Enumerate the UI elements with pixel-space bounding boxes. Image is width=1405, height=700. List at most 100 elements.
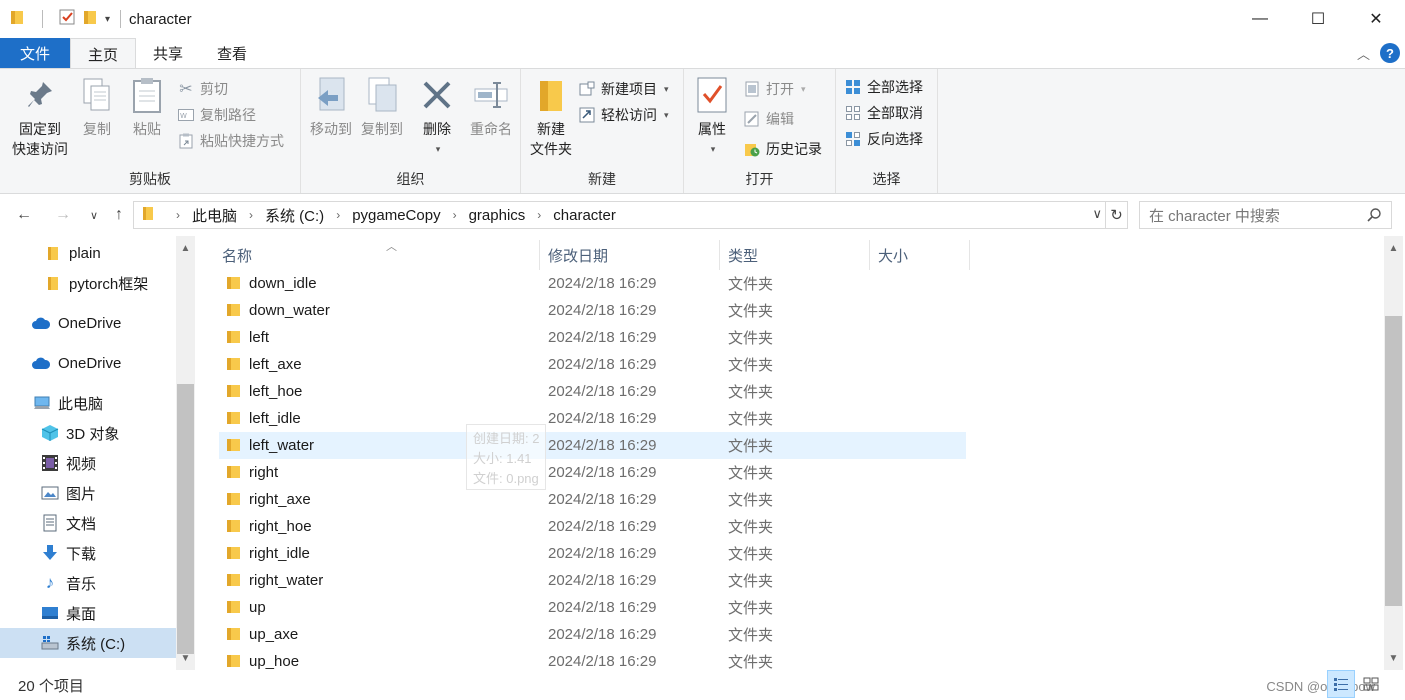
select-none-button[interactable]: 全部取消 — [844, 101, 923, 125]
sidebar-item-pytorch[interactable]: pytorch框架 — [0, 268, 176, 298]
cut-button[interactable]: ✂ 剪切 — [177, 77, 228, 101]
details-view-button[interactable] — [1327, 670, 1355, 698]
pin-to-quick-access-button[interactable]: 固定到 快速访问 — [8, 75, 72, 159]
search-input[interactable]: 在 character 中搜索 — [1139, 201, 1392, 229]
table-row[interactable]: right_hoe 2024/2/18 16:29 文件夹 — [219, 513, 966, 540]
file-list-scroll-thumb[interactable] — [1385, 316, 1402, 606]
sidebar-item-onedrive-1[interactable]: OneDrive — [0, 308, 176, 338]
table-row[interactable]: up_hoe 2024/2/18 16:29 文件夹 — [219, 648, 966, 670]
customize-toolbar-icon[interactable]: ▾ — [105, 14, 110, 25]
recent-locations-button[interactable]: ∨ — [82, 203, 106, 227]
close-button[interactable]: ✕ — [1347, 0, 1405, 38]
table-row[interactable]: up 2024/2/18 16:29 文件夹 — [219, 594, 966, 621]
breadcrumb-character[interactable]: character — [553, 207, 616, 224]
minimize-button[interactable]: — — [1231, 0, 1289, 38]
paste-shortcut-button[interactable]: 粘贴快捷方式 — [177, 129, 284, 153]
pin-label-2: 快速访问 — [12, 141, 68, 157]
scroll-down-arrow-icon[interactable]: ▼ — [1385, 650, 1402, 667]
scroll-up-arrow-icon[interactable]: ▲ — [1385, 240, 1402, 257]
tab-home[interactable]: 主页 — [70, 38, 137, 69]
table-row[interactable]: left_hoe 2024/2/18 16:29 文件夹 — [219, 378, 966, 405]
column-header-size[interactable]: 大小 — [870, 240, 970, 270]
sidebar-scrollbar[interactable]: ▲ ▼ — [176, 236, 195, 670]
table-row[interactable]: left_axe 2024/2/18 16:29 文件夹 — [219, 351, 966, 378]
tab-share[interactable]: 共享 — [136, 38, 200, 68]
delete-button[interactable]: 删除 ▾ — [417, 75, 457, 159]
table-row[interactable]: down_water 2024/2/18 16:29 文件夹 — [219, 297, 966, 324]
sidebar-item-documents[interactable]: 文档 — [0, 508, 176, 538]
sidebar-item-system-c[interactable]: 系统 (C:) — [0, 628, 176, 658]
help-icon[interactable]: ? — [1380, 43, 1400, 63]
new-folder-button[interactable]: 新建 文件夹 — [525, 75, 577, 159]
tab-view[interactable]: 查看 — [200, 38, 264, 68]
table-row[interactable]: right_idle 2024/2/18 16:29 文件夹 — [219, 540, 966, 567]
table-row[interactable]: left_idle 2024/2/18 16:29 文件夹 — [219, 405, 966, 432]
column-header-name[interactable]: 名称 ︿ — [214, 240, 540, 270]
table-row[interactable]: right_water 2024/2/18 16:29 文件夹 — [219, 567, 966, 594]
sidebar-item-onedrive-2[interactable]: OneDrive — [0, 348, 176, 378]
scroll-up-arrow-icon[interactable]: ▲ — [177, 240, 194, 257]
scroll-down-arrow-icon[interactable]: ▼ — [177, 650, 194, 667]
sidebar-item-plain[interactable]: plain — [0, 238, 176, 268]
breadcrumb-pygamecopy[interactable]: pygameCopy — [352, 207, 440, 224]
easy-access-button[interactable]: 轻松访问 ▾ — [578, 103, 669, 127]
back-button[interactable]: ← — [12, 203, 36, 227]
clipboard-group-label: 剪贴板 — [129, 171, 171, 187]
sidebar-item-label: OneDrive — [58, 314, 122, 332]
invert-selection-button[interactable]: 反向选择 — [844, 127, 923, 151]
chevron-right-icon[interactable]: › — [537, 208, 541, 222]
sidebar-item-downloads[interactable]: 下载 — [0, 538, 176, 568]
properties-button[interactable]: 属性 ▾ — [692, 75, 732, 159]
table-row[interactable]: down_idle 2024/2/18 16:29 文件夹 — [219, 270, 966, 297]
rename-button[interactable]: 重命名 — [465, 75, 517, 139]
copy-to-button[interactable]: 复制到 — [356, 75, 408, 139]
chevron-down-icon[interactable]: ∨ — [1092, 206, 1102, 222]
breadcrumb-this-pc[interactable]: 此电脑 — [192, 205, 237, 226]
chevron-right-icon[interactable]: › — [453, 208, 457, 222]
breadcrumb-graphics[interactable]: graphics — [469, 207, 526, 224]
copy-path-button[interactable]: W 复制路径 — [177, 103, 256, 127]
item-count: 20 个项目 — [18, 677, 84, 695]
breadcrumb-system-c[interactable]: 系统 (C:) — [265, 205, 324, 226]
table-row[interactable]: left 2024/2/18 16:29 文件夹 — [219, 324, 966, 351]
sidebar-scroll-thumb[interactable] — [177, 384, 194, 654]
sidebar-item-this-pc[interactable]: 此电脑 — [0, 388, 176, 418]
move-to-button[interactable]: 移动到 — [305, 75, 357, 139]
up-button[interactable]: ↑ — [107, 203, 131, 227]
table-row[interactable]: up_axe 2024/2/18 16:29 文件夹 — [219, 621, 966, 648]
table-row[interactable]: right_axe 2024/2/18 16:29 文件夹 — [219, 486, 966, 513]
sidebar-item-3d-objects[interactable]: 3D 对象 — [0, 418, 176, 448]
file-list-scrollbar[interactable]: ▲ ▼ — [1384, 236, 1403, 670]
new-item-button[interactable]: 新建项目 ▾ — [578, 77, 669, 101]
table-row[interactable]: left_water 2024/2/18 16:29 文件夹 — [219, 432, 966, 459]
select-all-button[interactable]: 全部选择 — [844, 75, 923, 99]
sidebar-item-videos[interactable]: 视频 — [0, 448, 176, 478]
sidebar-item-desktop[interactable]: 桌面 — [0, 598, 176, 628]
open-button[interactable]: 打开 ▾ — [743, 77, 806, 101]
copy-button[interactable]: 复制 — [77, 75, 117, 139]
column-header-date[interactable]: 修改日期 — [540, 240, 720, 270]
sidebar-item-label: 3D 对象 — [66, 425, 120, 443]
maximize-button[interactable]: ☐ — [1289, 0, 1347, 38]
sidebar-item-music[interactable]: ♪ 音乐 — [0, 568, 176, 598]
cloud-icon — [31, 354, 51, 372]
chevron-right-icon[interactable]: › — [336, 208, 340, 222]
column-header-type[interactable]: 类型 — [720, 240, 870, 270]
large-icons-view-button[interactable] — [1357, 670, 1385, 698]
new-folder-icon[interactable] — [83, 9, 97, 29]
collapse-ribbon-icon[interactable]: ︿ — [1357, 44, 1370, 63]
file-name: left_axe — [249, 356, 302, 373]
sidebar-item-pictures[interactable]: 图片 — [0, 478, 176, 508]
address-bar[interactable]: › 此电脑 › 系统 (C:) › pygameCopy › graphics … — [133, 201, 1106, 229]
chevron-right-icon[interactable]: › — [249, 208, 253, 222]
forward-button[interactable]: → — [51, 203, 75, 227]
edit-button[interactable]: 编辑 — [743, 107, 794, 131]
tab-file[interactable]: 文件 — [0, 38, 70, 68]
paste-button[interactable]: 粘贴 — [127, 75, 167, 139]
refresh-button[interactable]: ↻ — [1106, 201, 1128, 229]
history-button[interactable]: 历史记录 — [743, 137, 822, 161]
table-row[interactable]: right 2024/2/18 16:29 文件夹 — [219, 459, 966, 486]
properties-check-icon[interactable] — [59, 9, 75, 29]
sidebar-item-label: 音乐 — [66, 575, 97, 593]
tooltip-line: 创建日期: 2 — [473, 431, 540, 446]
